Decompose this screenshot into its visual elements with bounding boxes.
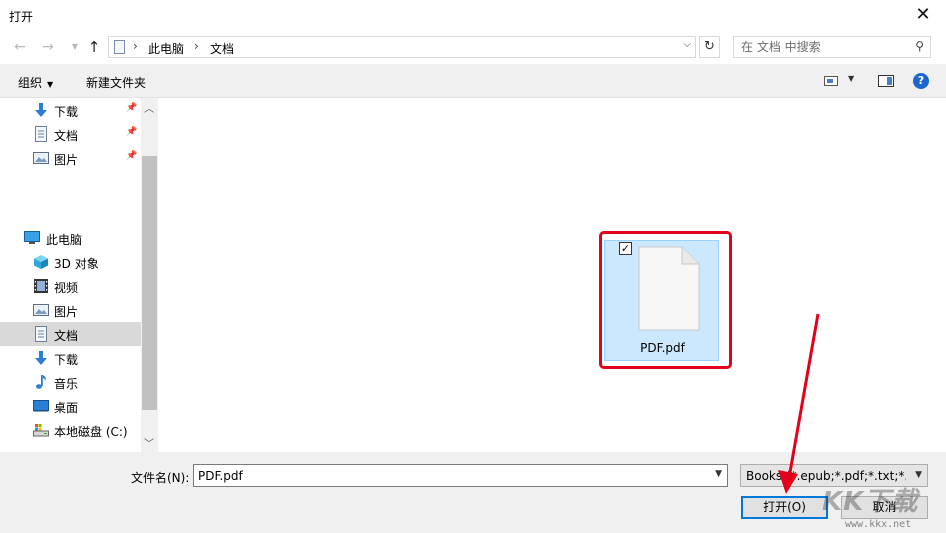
pin-icon[interactable]: 📌 bbox=[126, 127, 137, 137]
back-arrow-icon[interactable]: ← bbox=[11, 38, 29, 56]
scroll-up-icon[interactable]: ︿ bbox=[144, 100, 154, 115]
sidebar-item-music[interactable]: 音乐 bbox=[0, 370, 141, 394]
organize-menu-button[interactable]: 组织 ▼ bbox=[18, 74, 53, 91]
sidebar-item-documents-quick[interactable]: 文档 📌 bbox=[0, 122, 141, 146]
cube-3d-icon bbox=[34, 255, 48, 269]
breadcrumb-item-this-pc[interactable]: 此电脑 bbox=[148, 40, 184, 57]
sidebar-item-label: 此电脑 bbox=[46, 233, 83, 247]
navigation-scrollbar[interactable]: ︿ ﹀ bbox=[141, 98, 158, 452]
scrollbar-thumb[interactable] bbox=[142, 156, 157, 410]
command-toolbar: 组织 ▼ 新建文件夹 ▼ ? bbox=[0, 64, 946, 98]
file-list-view[interactable]: ✓ PDF.pdf bbox=[158, 98, 946, 452]
pin-icon[interactable]: 📌 bbox=[126, 103, 137, 113]
download-arrow-icon bbox=[35, 351, 47, 365]
chevron-down-icon[interactable]: ▼ bbox=[915, 470, 922, 480]
sidebar-item-label: 文档 bbox=[54, 129, 79, 143]
sidebar-item-downloads-quick[interactable]: 下载 📌 bbox=[0, 98, 141, 122]
music-note-icon bbox=[36, 375, 46, 389]
sidebar-item-this-pc[interactable]: 此电脑 bbox=[0, 226, 141, 250]
view-options-caret-icon[interactable]: ▼ bbox=[848, 74, 854, 83]
filename-field[interactable] bbox=[194, 465, 704, 486]
sidebar-item-label: 下载 bbox=[54, 353, 79, 367]
forward-arrow-icon[interactable]: → bbox=[39, 38, 57, 56]
sidebar-item-label: 3D 对象 bbox=[54, 257, 99, 271]
breadcrumb-separator-icon[interactable]: › bbox=[133, 39, 138, 53]
sidebar-item-3d-objects[interactable]: 3D 对象 bbox=[0, 250, 141, 274]
caret-down-icon: ▼ bbox=[47, 80, 54, 89]
sidebar-item-label: 图片 bbox=[54, 153, 79, 167]
document-icon bbox=[35, 326, 47, 342]
change-view-icon[interactable] bbox=[824, 76, 838, 86]
search-box[interactable]: ⚲ bbox=[733, 36, 931, 58]
document-icon bbox=[114, 40, 125, 54]
search-icon[interactable]: ⚲ bbox=[915, 39, 924, 53]
filename-combobox[interactable]: ▼ bbox=[193, 464, 728, 487]
sidebar-item-label: 桌面 bbox=[54, 401, 79, 415]
sidebar-item-label: 图片 bbox=[54, 305, 79, 319]
sidebar-item-pictures[interactable]: 图片 bbox=[0, 298, 141, 322]
sidebar-item-label: 文档 bbox=[54, 329, 79, 343]
drive-icon bbox=[33, 424, 49, 437]
sidebar-item-local-disk-c[interactable]: 本地磁盘 (C:) bbox=[0, 418, 141, 442]
sidebar-item-label: 音乐 bbox=[54, 377, 79, 391]
sidebar-item-label: 下载 bbox=[54, 105, 79, 119]
download-arrow-icon bbox=[35, 103, 47, 117]
document-icon bbox=[35, 126, 47, 142]
address-bar: ← → ▼ ↑ › 此电脑 › 文档 ⌵ ↻ ⚲ bbox=[0, 31, 946, 64]
dialog-footer: 文件名(N): ▼ Books (*.epub;*.pdf;*.txt;*.mo… bbox=[0, 452, 946, 533]
sidebar-item-desktop[interactable]: 桌面 bbox=[0, 394, 141, 418]
sidebar-item-pictures-quick[interactable]: 图片 📌 bbox=[0, 146, 141, 170]
search-input[interactable] bbox=[734, 37, 904, 57]
sidebar-item-downloads[interactable]: 下载 bbox=[0, 346, 141, 370]
chevron-down-icon[interactable]: ▼ bbox=[715, 469, 722, 479]
computer-monitor-icon bbox=[24, 231, 40, 244]
navigation-pane: 下载 📌 文档 📌 图片 📌 此电脑 3D 对象 视频 图片 文档 下载 音乐 bbox=[0, 98, 141, 452]
help-icon[interactable]: ? bbox=[913, 73, 929, 89]
picture-icon bbox=[33, 152, 49, 164]
open-button[interactable]: 打开(O) bbox=[741, 496, 828, 519]
picture-icon bbox=[33, 304, 49, 316]
sidebar-item-videos[interactable]: 视频 bbox=[0, 274, 141, 298]
close-icon[interactable]: ✕ bbox=[900, 0, 946, 31]
video-film-icon bbox=[34, 279, 48, 293]
sidebar-item-label: 视频 bbox=[54, 281, 79, 295]
filename-label: 文件名(N): bbox=[131, 471, 190, 485]
breadcrumb-item-documents[interactable]: 文档 bbox=[210, 40, 234, 57]
breadcrumb-separator-icon[interactable]: › bbox=[194, 39, 199, 53]
highlight-box-annotation bbox=[599, 231, 732, 369]
up-arrow-icon[interactable]: ↑ bbox=[85, 38, 103, 56]
title-bar: 打开 ✕ bbox=[0, 0, 946, 31]
refresh-icon[interactable]: ↻ bbox=[699, 36, 720, 58]
scroll-down-icon[interactable]: ﹀ bbox=[144, 435, 154, 450]
pin-icon[interactable]: 📌 bbox=[126, 151, 137, 161]
breadcrumb[interactable]: › 此电脑 › 文档 ⌵ bbox=[108, 36, 696, 58]
file-type-select[interactable]: Books (*.epub;*.pdf;*.txt;*.mobi) ▼ bbox=[740, 464, 928, 487]
sidebar-item-label: 本地磁盘 (C:) bbox=[54, 425, 128, 439]
recent-locations-chevron-icon[interactable]: ▼ bbox=[66, 38, 84, 56]
file-type-value: Books (*.epub;*.pdf;*.txt;*.mobi) bbox=[746, 469, 906, 483]
window-title: 打开 bbox=[9, 10, 34, 24]
organize-label: 组织 bbox=[18, 76, 43, 90]
preview-pane-icon[interactable] bbox=[878, 75, 894, 87]
sidebar-item-documents[interactable]: 文档 bbox=[0, 322, 141, 346]
cancel-button[interactable]: 取消 bbox=[841, 496, 928, 519]
new-folder-button[interactable]: 新建文件夹 bbox=[86, 74, 146, 91]
chevron-down-icon[interactable]: ⌵ bbox=[683, 39, 691, 50]
desktop-icon bbox=[33, 400, 49, 412]
